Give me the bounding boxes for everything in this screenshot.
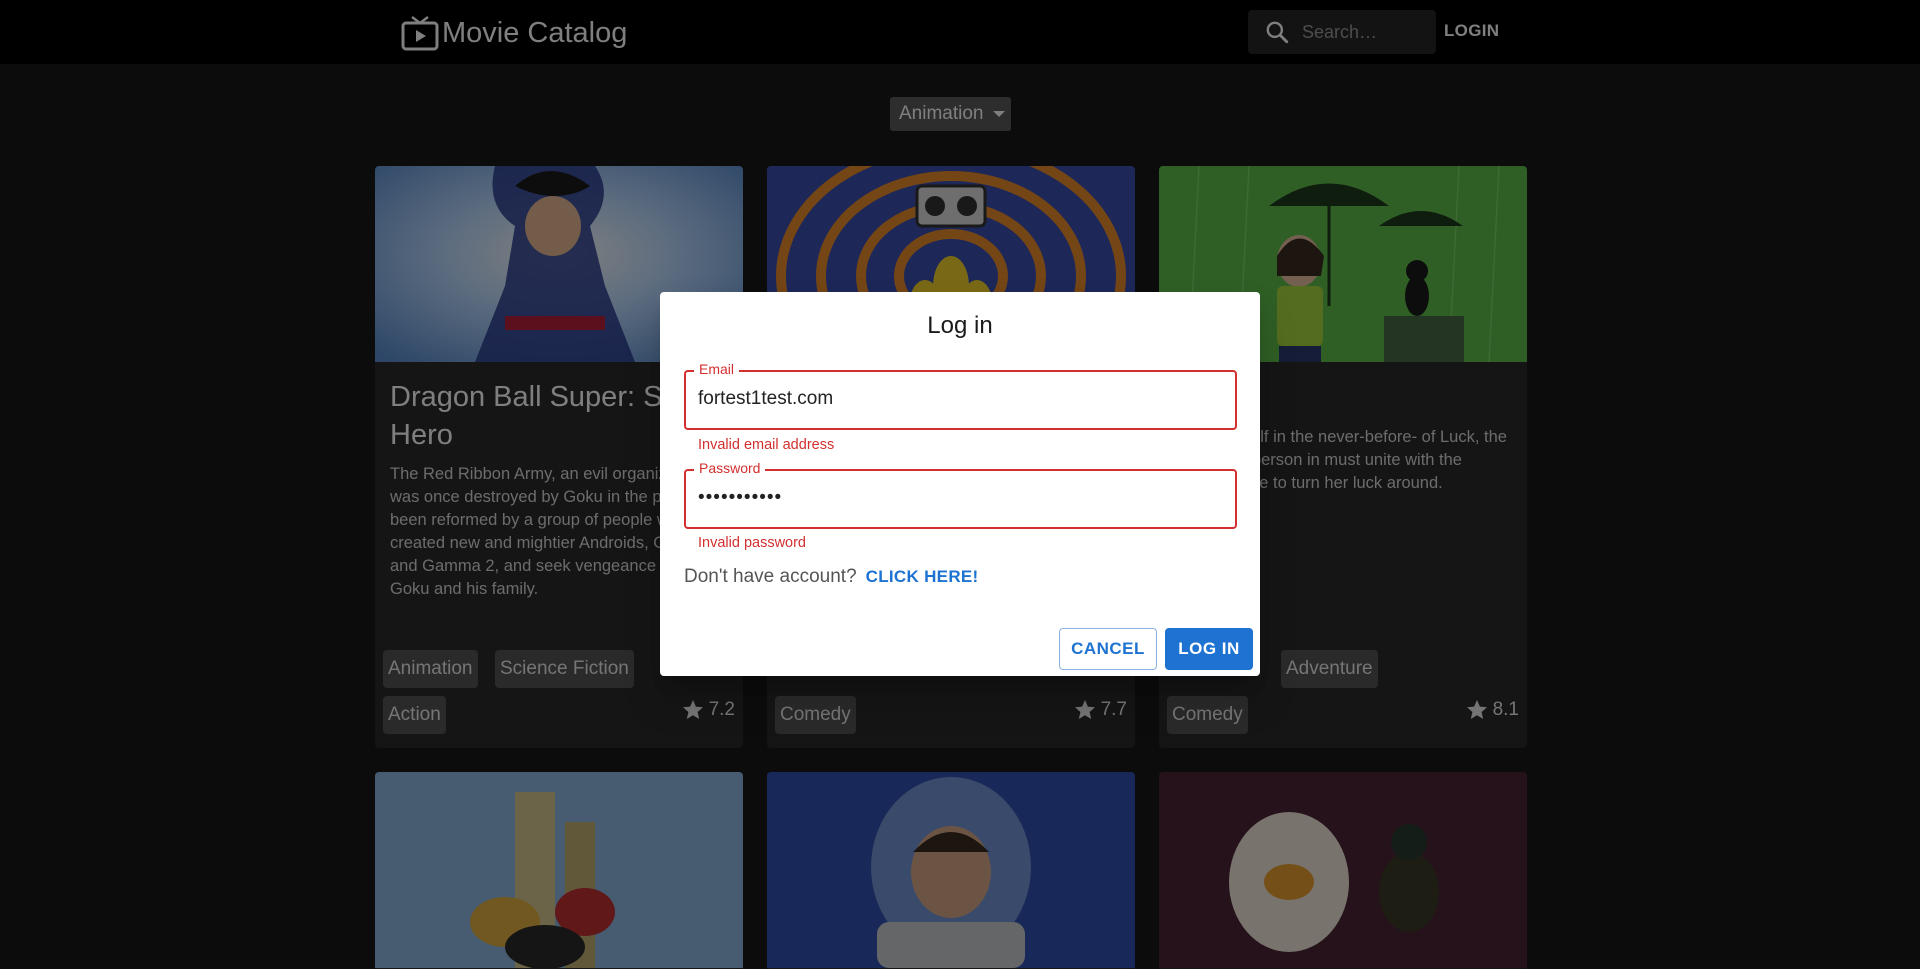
email-label: Email [694, 361, 740, 377]
signup-link[interactable]: CLICK HERE! [866, 567, 979, 587]
login-dialog: Log in Email Invalid email address Passw… [660, 292, 1260, 676]
signup-prompt: Don't have account? CLICK HERE! [684, 566, 979, 588]
password-field[interactable]: Password [684, 460, 1237, 529]
email-field[interactable]: Email [684, 361, 1237, 430]
cancel-button[interactable]: CANCEL [1059, 628, 1157, 670]
email-error: Invalid email address [698, 437, 835, 453]
dialog-title: Log in [927, 312, 993, 339]
signup-question: Don't have account? [684, 566, 857, 587]
password-input[interactable] [698, 487, 1218, 509]
password-label: Password [694, 460, 766, 476]
login-submit-button[interactable]: LOG IN [1165, 628, 1253, 670]
email-input[interactable] [698, 388, 1218, 410]
password-error: Invalid password [698, 535, 806, 551]
